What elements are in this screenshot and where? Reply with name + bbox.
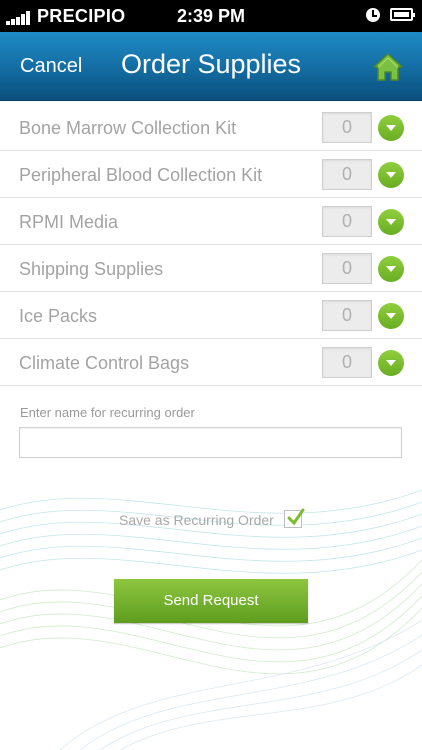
item-label: Bone Marrow Collection Kit xyxy=(19,118,237,138)
list-item: Bone Marrow Collection Kit 0 xyxy=(0,104,422,151)
status-bar: PRECIPIO 2:39 PM xyxy=(0,0,422,32)
recurring-name-input[interactable] xyxy=(19,427,402,458)
supplies-list: Bone Marrow Collection Kit 0 Peripheral … xyxy=(0,104,422,386)
chevron-down-icon[interactable] xyxy=(378,303,404,329)
quantity-field[interactable]: 0 xyxy=(322,253,372,284)
save-recurring-checkbox[interactable] xyxy=(284,508,305,528)
nav-bar: Cancel Order Supplies xyxy=(0,32,422,100)
battery-icon xyxy=(390,8,415,21)
home-icon[interactable] xyxy=(372,52,404,82)
list-item: Climate Control Bags 0 xyxy=(0,339,422,386)
item-label: Ice Packs xyxy=(19,306,98,326)
chevron-down-icon[interactable] xyxy=(378,162,404,188)
quantity-field[interactable]: 0 xyxy=(322,347,372,378)
item-label: Peripheral Blood Collection Kit xyxy=(19,165,263,185)
chevron-down-icon[interactable] xyxy=(378,115,404,141)
save-recurring-label: Save as Recurring Order xyxy=(119,512,274,528)
page-title: Order Supplies xyxy=(120,49,302,79)
chevron-down-icon[interactable] xyxy=(378,256,404,282)
quantity-field[interactable]: 0 xyxy=(322,159,372,190)
recurring-name-label: Enter name for recurring order xyxy=(20,405,195,420)
chevron-down-icon[interactable] xyxy=(378,209,404,235)
item-label: RPMI Media xyxy=(19,212,119,232)
status-time: 2:39 PM xyxy=(176,6,246,26)
list-item: Shipping Supplies 0 xyxy=(0,245,422,292)
list-item: Ice Packs 0 xyxy=(0,292,422,339)
list-item: RPMI Media 0 xyxy=(0,198,422,245)
quantity-field[interactable]: 0 xyxy=(322,206,372,237)
item-label: Climate Control Bags xyxy=(19,353,190,373)
send-request-button[interactable]: Send Request xyxy=(114,579,308,623)
quantity-field[interactable]: 0 xyxy=(322,300,372,331)
alarm-clock-icon xyxy=(366,8,380,22)
list-item: Peripheral Blood Collection Kit 0 xyxy=(0,151,422,198)
item-label: Shipping Supplies xyxy=(19,259,164,279)
quantity-field[interactable]: 0 xyxy=(322,112,372,143)
chevron-down-icon[interactable] xyxy=(378,350,404,376)
checkmark-icon xyxy=(287,508,305,526)
